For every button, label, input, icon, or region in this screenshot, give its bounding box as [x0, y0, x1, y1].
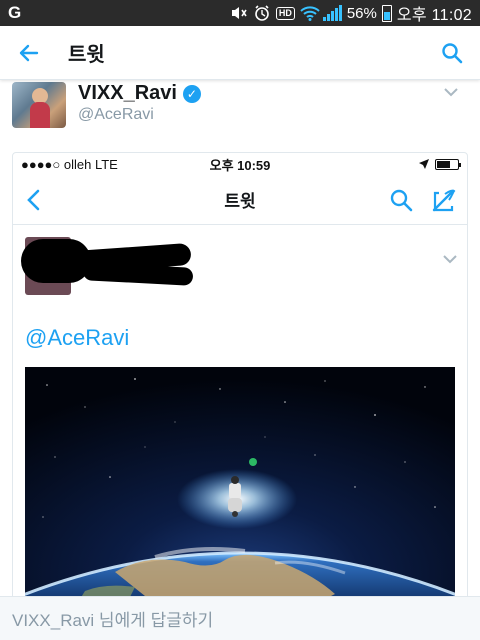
- location-arrow-icon: [419, 159, 429, 169]
- battery-icon: [381, 4, 392, 22]
- author-name: VIXX_Ravi: [78, 82, 177, 104]
- verified-badge-icon: ✓: [182, 84, 201, 103]
- embedded-author: [13, 225, 467, 310]
- avatar[interactable]: [12, 82, 66, 128]
- tweet-image[interactable]: ●●●●○ olleh LTE 오후 10:59 트윗 @AceRavi: [12, 152, 468, 612]
- author-name-row[interactable]: VIXX_Ravi ✓: [78, 82, 201, 105]
- wifi-icon: [300, 5, 320, 21]
- embedded-nav-bar: 트윗: [13, 175, 467, 225]
- app-notification-icon: G: [8, 3, 22, 22]
- page-title: 트윗: [68, 44, 105, 66]
- clock: 오후 11:02: [396, 7, 472, 24]
- earth-space-photo: [25, 367, 455, 611]
- search-icon: [442, 42, 463, 63]
- chevron-down-icon: [444, 88, 458, 97]
- embedded-compose-icon: [432, 189, 456, 211]
- tweet-author: VIXX_Ravi ✓ @AceRavi: [0, 80, 480, 150]
- arrow-left-icon: [19, 44, 39, 61]
- embedded-status-bar: ●●●●○ olleh LTE 오후 10:59: [13, 153, 467, 175]
- search-button[interactable]: [424, 26, 480, 80]
- author-handle: @AceRavi: [78, 106, 154, 123]
- status-bar-right: HD 56% 오후 11:02: [230, 1, 472, 25]
- embedded-back-icon: [13, 189, 53, 211]
- reply-input[interactable]: VIXX_Ravi 님에게 답글하기: [0, 596, 480, 640]
- reply-placeholder: VIXX_Ravi 님에게 답글하기: [12, 611, 214, 630]
- mute-icon: [230, 5, 248, 21]
- embedded-mention: @AceRavi: [25, 325, 130, 350]
- tweet-menu-button[interactable]: [444, 84, 458, 102]
- alarm-icon: [253, 5, 271, 21]
- embedded-battery-icon: [435, 158, 461, 170]
- embedded-carrier: ●●●●○ olleh LTE: [21, 156, 118, 172]
- status-bar: G HD 56% 오후 11:02: [0, 0, 480, 26]
- battery-percent: 56%: [346, 4, 377, 22]
- embedded-chevron-icon: [443, 251, 457, 269]
- signal-icon: [322, 5, 342, 21]
- hd-icon: HD: [275, 6, 295, 20]
- back-button[interactable]: [0, 26, 56, 80]
- app-header: 트윗: [0, 26, 480, 80]
- embedded-search-icon: [390, 189, 413, 211]
